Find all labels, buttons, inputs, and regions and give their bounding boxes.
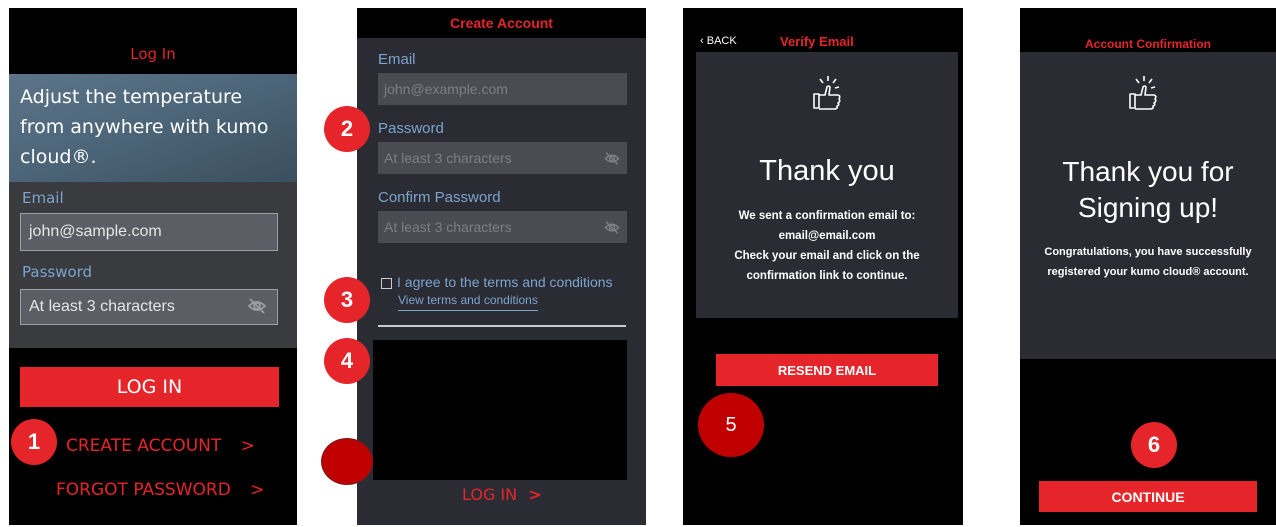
confirm-card: Thank you for Signing up! Congratulation… bbox=[1020, 52, 1276, 359]
continue-button[interactable]: CONTINUE bbox=[1039, 481, 1257, 512]
confirm-password-label: Confirm Password bbox=[378, 189, 501, 206]
create-email-placeholder: john@example.com bbox=[384, 81, 508, 97]
create-email-field[interactable]: john@example.com bbox=[378, 73, 627, 105]
step-badge-1: 1 bbox=[11, 419, 57, 465]
verify-title: Verify Email bbox=[780, 34, 854, 49]
chevron-right-icon: > bbox=[250, 480, 265, 500]
password-label: Password bbox=[22, 263, 93, 281]
confirm-password-placeholder: At least 3 characters bbox=[384, 219, 512, 235]
eye-slash-icon[interactable] bbox=[603, 220, 621, 235]
password-field[interactable]: At least 3 characters bbox=[20, 289, 278, 325]
confirm-heading-line-2: Signing up! bbox=[1077, 192, 1219, 223]
confirm-message: Congratulations, you have successfully r… bbox=[1020, 242, 1276, 282]
back-label: BACK bbox=[706, 35, 737, 47]
create-login-label: LOG IN bbox=[462, 485, 518, 504]
thumbs-up-icon bbox=[813, 76, 841, 110]
confirm-line-2: registered your kumo cloud® account. bbox=[1047, 266, 1249, 278]
create-account-link[interactable]: CREATE ACCOUNT > bbox=[66, 436, 255, 456]
verify-line-3: Check your email and click on the bbox=[734, 250, 920, 262]
step-badge-6: 6 bbox=[1131, 422, 1177, 468]
redacted-area bbox=[373, 340, 627, 480]
login-title: Log In bbox=[130, 45, 176, 63]
checkbox-icon[interactable] bbox=[381, 278, 392, 289]
forgot-password-label: FORGOT PASSWORD bbox=[56, 480, 231, 500]
confirm-heading-line-1: Thank you for bbox=[1062, 156, 1234, 187]
thumbs-up-icon bbox=[1129, 76, 1157, 110]
verify-card: Thank you We sent a confirmation email t… bbox=[696, 52, 958, 318]
divider bbox=[378, 325, 626, 327]
verify-heading: Thank you bbox=[759, 155, 895, 187]
chevron-right-icon: > bbox=[528, 485, 542, 504]
email-label: Email bbox=[22, 189, 64, 207]
confirm-password-field[interactable]: At least 3 characters bbox=[378, 211, 627, 243]
resend-email-button[interactable]: RESEND EMAIL bbox=[716, 354, 938, 386]
verify-line-2: email@email.com bbox=[778, 230, 876, 242]
step-badge-5: 5 bbox=[698, 393, 764, 457]
create-password-field[interactable]: At least 3 characters bbox=[378, 142, 627, 174]
confirm-line-1: Congratulations, you have successfully bbox=[1044, 246, 1252, 258]
step-badge-3: 3 bbox=[324, 277, 370, 323]
confirm-title: Account Confirmation bbox=[1085, 37, 1211, 51]
verify-line-4: confirmation link to continue. bbox=[746, 270, 908, 282]
create-account-label: CREATE ACCOUNT bbox=[66, 436, 222, 456]
eye-slash-icon[interactable] bbox=[603, 151, 621, 166]
create-account-screen: Create Account Email john@example.com Pa… bbox=[357, 8, 646, 525]
password-placeholder: At least 3 characters bbox=[29, 298, 175, 315]
create-password-label: Password bbox=[378, 120, 444, 137]
hero-text: Adjust the temperature from anywhere wit… bbox=[20, 86, 269, 168]
create-email-label: Email bbox=[378, 51, 416, 68]
chevron-right-icon: > bbox=[240, 436, 255, 456]
terms-text: I agree to the terms and conditions bbox=[397, 274, 613, 290]
step-badge-2: 2 bbox=[324, 106, 370, 152]
create-password-placeholder: At least 3 characters bbox=[384, 150, 512, 166]
login-button[interactable]: LOG IN bbox=[20, 367, 279, 407]
eye-slash-icon[interactable] bbox=[247, 297, 267, 315]
confirm-heading: Thank you for Signing up! bbox=[1020, 154, 1276, 226]
step-badge-4: 4 bbox=[324, 338, 370, 384]
back-button[interactable]: ‹ BACK bbox=[700, 35, 737, 47]
view-terms-link[interactable]: View terms and conditions bbox=[398, 293, 538, 311]
chevron-left-icon: ‹ bbox=[700, 35, 704, 47]
hero-banner: Adjust the temperature from anywhere wit… bbox=[9, 74, 297, 182]
email-field[interactable]: john@sample.com bbox=[20, 213, 278, 251]
empty-marker bbox=[321, 438, 373, 485]
forgot-password-link[interactable]: FORGOT PASSWORD > bbox=[56, 480, 264, 500]
email-value: john@sample.com bbox=[29, 223, 162, 240]
create-title: Create Account bbox=[450, 15, 553, 31]
verify-message: We sent a confirmation email to: email@e… bbox=[696, 206, 958, 286]
create-login-link[interactable]: LOG IN > bbox=[462, 485, 542, 504]
verify-line-1: We sent a confirmation email to: bbox=[738, 210, 916, 222]
